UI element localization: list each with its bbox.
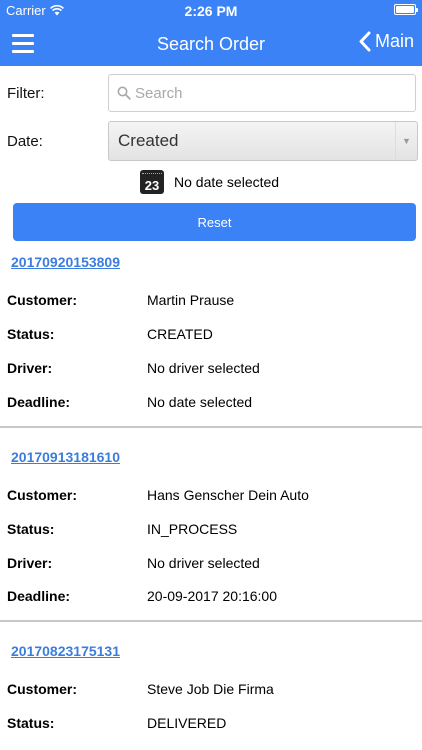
search-input[interactable]	[135, 84, 395, 102]
status-value: DELIVERED	[147, 715, 227, 731]
order-id-link[interactable]: 20170823175131	[11, 643, 120, 659]
back-button-label: Main	[374, 31, 414, 51]
date-type-value: Created	[118, 131, 179, 150]
selected-date-text: No date selected	[174, 174, 280, 190]
reset-button[interactable]: Reset	[13, 203, 416, 241]
driver-value: No driver selected	[147, 555, 260, 571]
filter-label: Filter:	[7, 85, 45, 102]
deadline-value: No date selected	[147, 394, 253, 410]
divider	[0, 426, 422, 428]
status-value: CREATED	[147, 326, 213, 342]
status-label: Status:	[7, 521, 55, 537]
chevron-left-icon	[359, 31, 371, 52]
date-label: Date:	[7, 133, 43, 150]
status-time: 2:26 PM	[184, 3, 238, 19]
status-label: Status:	[7, 715, 55, 731]
divider	[0, 620, 422, 622]
search-box[interactable]	[108, 74, 416, 112]
order-id-link[interactable]: 20170913181610	[11, 449, 120, 465]
customer-value: Martin Prause	[147, 292, 235, 308]
deadline-label: Deadline:	[7, 588, 71, 604]
navigation-bar: Search Order Main	[0, 22, 422, 66]
deadline-value: 20-09-2017 20:16:00	[147, 588, 277, 604]
customer-value: Steve Job Die Firma	[147, 681, 274, 697]
customer-label: Customer:	[7, 292, 78, 308]
customer-value: Hans Genscher Dein Auto	[147, 487, 309, 503]
status-value: IN_PROCESS	[147, 521, 238, 537]
order-id-link[interactable]: 20170920153809	[11, 254, 120, 270]
customer-label: Customer:	[7, 681, 78, 697]
search-icon	[117, 86, 131, 100]
deadline-label: Deadline:	[7, 394, 71, 410]
driver-label: Driver:	[7, 360, 53, 376]
customer-label: Customer:	[7, 487, 78, 503]
driver-value: No driver selected	[147, 360, 260, 376]
date-picker-row[interactable]: 23 No date selected	[140, 170, 279, 194]
status-label: Status:	[7, 326, 55, 342]
dropdown-arrow-icon: ▼	[395, 122, 417, 160]
driver-label: Driver:	[7, 555, 53, 571]
battery-icon	[394, 4, 418, 15]
date-type-select[interactable]: Created ▼	[108, 121, 418, 161]
back-button[interactable]: Main	[358, 31, 414, 52]
status-bar: Carrier 2:26 PM	[0, 0, 422, 22]
calendar-icon[interactable]: 23	[140, 170, 164, 194]
